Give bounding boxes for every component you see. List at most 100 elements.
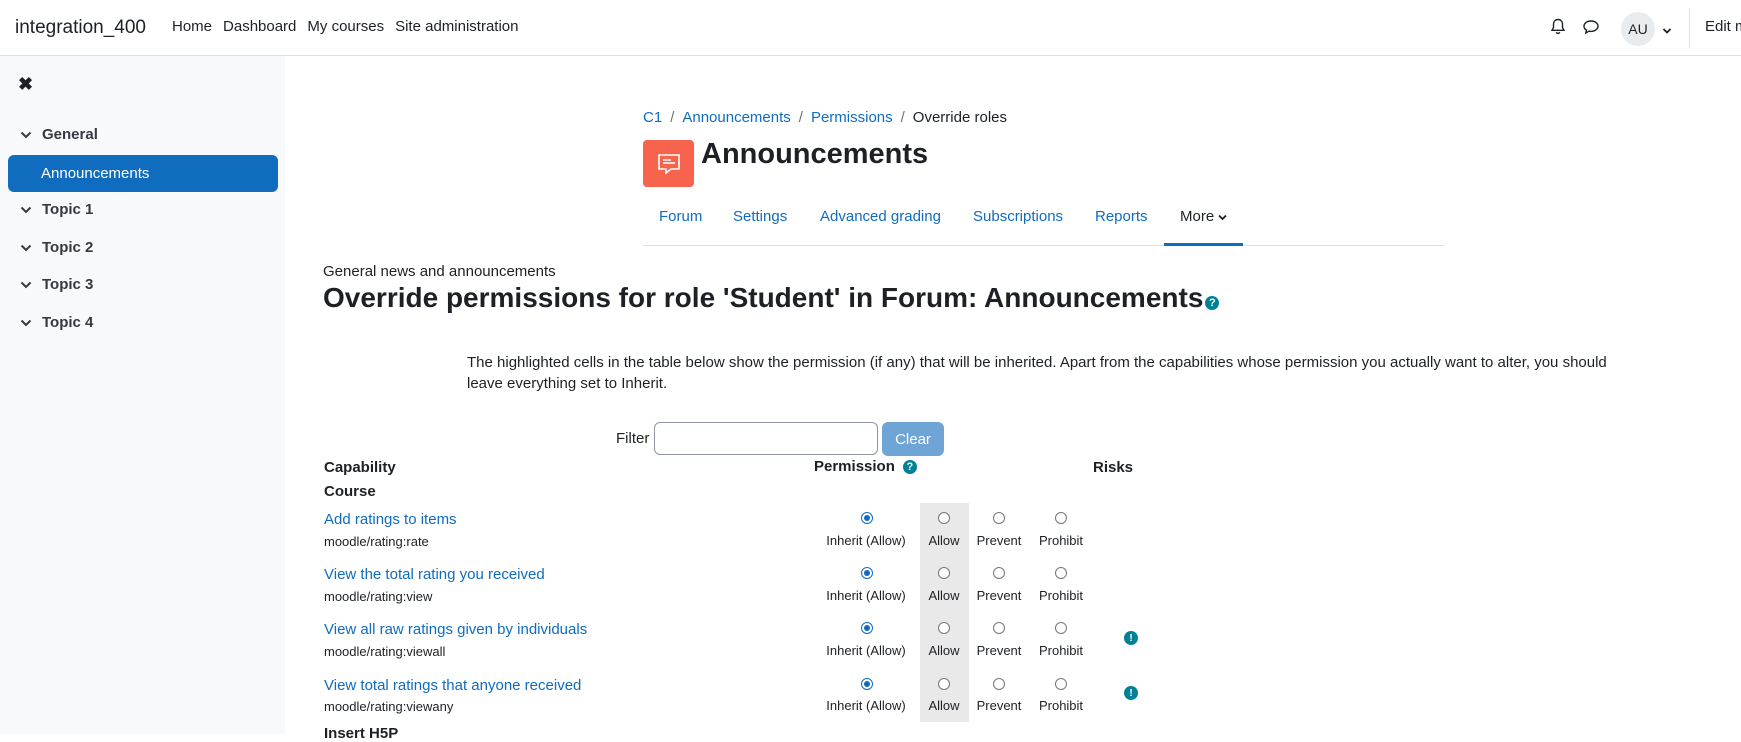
radio-allow[interactable] [938,567,950,579]
radio-prohibit[interactable] [1055,512,1067,524]
clear-button[interactable]: Clear [882,422,944,456]
drawer-item-announcements[interactable]: Announcements [8,155,278,192]
help-icon[interactable]: ? [1205,296,1220,310]
notifications-bell-icon[interactable] [1550,18,1566,40]
radio-inherit[interactable] [861,512,873,524]
option-label-prohibit: Prohibit [1038,698,1084,713]
edit-mode-toggle[interactable]: Edit m [1705,18,1741,35]
main-heading: Override permissions for role 'Student' … [323,282,1220,314]
section-label: Topic 2 [42,239,94,256]
nav-dashboard[interactable]: Dashboard [223,18,296,35]
breadcrumb-announcements[interactable]: Announcements [682,109,790,126]
tab-more-label: More [1180,208,1215,225]
chevron-down-icon[interactable] [20,280,34,290]
breadcrumb-c1[interactable]: C1 [643,109,662,126]
tab-reports[interactable]: Reports [1095,208,1148,225]
option-label-inherit: Inherit (Allow) [826,533,906,548]
navbar-divider [1689,8,1690,48]
close-icon[interactable]: ✖ [18,74,33,95]
chevron-down-icon[interactable] [20,318,34,328]
user-avatar[interactable]: AU [1621,12,1655,46]
option-label-prevent: Prevent [976,533,1022,548]
capability-code: moodle/rating:rate [324,534,429,549]
page-title: Announcements [701,138,929,170]
messages-chat-icon[interactable] [1582,19,1600,39]
radio-allow[interactable] [938,622,950,634]
radio-inherit[interactable] [861,678,873,690]
option-label-allow: Allow [928,698,960,713]
chevron-down-icon [1218,214,1227,221]
capability-code: moodle/rating:viewany [324,699,454,714]
section-topic-2[interactable]: Topic 2 [20,239,93,256]
column-header-risks: Risks [1093,459,1134,476]
breadcrumb-separator: / [670,109,675,126]
breadcrumb-separator: / [798,109,803,126]
permission-header-label: Permission [814,458,895,475]
section-label: Topic 1 [42,201,94,218]
secondary-navigation: Forum Settings Advanced grading Subscrip… [643,196,1444,246]
chevron-down-icon[interactable] [20,243,34,253]
section-general[interactable]: General [20,126,98,143]
capability-code: moodle/rating:view [324,589,433,604]
option-label-prohibit: Prohibit [1038,588,1084,603]
section-topic-3[interactable]: Topic 3 [20,276,93,293]
capability-code: moodle/rating:viewall [324,644,446,659]
radio-prohibit[interactable] [1055,567,1067,579]
chevron-down-icon[interactable] [20,130,34,140]
tab-more[interactable]: More [1180,208,1227,225]
primary-navigation: Home Dashboard My courses Site administr… [172,18,530,35]
section-label: General [42,126,98,143]
breadcrumb-current: Override roles [912,109,1007,126]
capability-name[interactable]: View total ratings that anyone received [324,677,581,694]
radio-prevent[interactable] [993,622,1005,634]
breadcrumb-permissions[interactable]: Permissions [811,109,893,126]
option-label-allow: Allow [928,533,960,548]
option-label-prevent: Prevent [976,588,1022,603]
active-tab-indicator [1164,243,1243,246]
radio-inherit[interactable] [861,622,873,634]
tab-settings[interactable]: Settings [733,208,787,225]
option-label-allow: Allow [928,643,960,658]
tab-advanced-grading[interactable]: Advanced grading [820,208,941,225]
main-heading-text: Override permissions for role 'Student' … [323,282,1204,313]
option-label-allow: Allow [928,588,960,603]
site-name[interactable]: integration_400 [15,17,146,39]
tab-subscriptions[interactable]: Subscriptions [973,208,1063,225]
radio-allow[interactable] [938,512,950,524]
breadcrumb: C1 / Announcements / Permissions / Overr… [643,109,1007,126]
section-topic-1[interactable]: Topic 1 [20,201,93,218]
option-label-prevent: Prevent [976,698,1022,713]
intro-text: The highlighted cells in the table below… [467,354,1607,392]
group-heading-course: Course [324,483,376,500]
help-icon[interactable]: ? [902,459,917,474]
radio-prohibit[interactable] [1055,678,1067,690]
risk-warning-icon[interactable]: ! [1124,686,1138,700]
nav-site-administration[interactable]: Site administration [395,18,518,35]
capability-name[interactable]: View the total rating you received [324,566,545,583]
tab-forum[interactable]: Forum [659,208,702,225]
radio-prohibit[interactable] [1055,622,1067,634]
forum-icon [643,140,694,187]
radio-prevent[interactable] [993,678,1005,690]
chevron-down-icon[interactable] [20,205,34,215]
radio-prevent[interactable] [993,567,1005,579]
nav-home[interactable]: Home [172,18,212,35]
capability-name[interactable]: Add ratings to items [324,511,457,528]
chevron-down-icon[interactable] [1662,22,1672,39]
nav-my-courses[interactable]: My courses [307,18,384,35]
risk-warning-icon[interactable]: ! [1124,631,1138,645]
option-label-inherit: Inherit (Allow) [826,643,906,658]
capability-name[interactable]: View all raw ratings given by individual… [324,621,587,638]
forum-description: General news and announcements [323,263,556,280]
radio-prevent[interactable] [993,512,1005,524]
section-topic-4[interactable]: Topic 4 [20,314,93,331]
option-label-inherit: Inherit (Allow) [826,698,906,713]
top-navbar: integration_400 Home Dashboard My course… [0,0,1741,56]
column-header-capability: Capability [324,459,396,476]
radio-inherit[interactable] [861,567,873,579]
filter-input[interactable] [654,422,878,455]
breadcrumb-separator: / [900,109,905,126]
radio-allow[interactable] [938,678,950,690]
option-label-inherit: Inherit (Allow) [826,588,906,603]
section-label: Topic 3 [42,276,94,293]
